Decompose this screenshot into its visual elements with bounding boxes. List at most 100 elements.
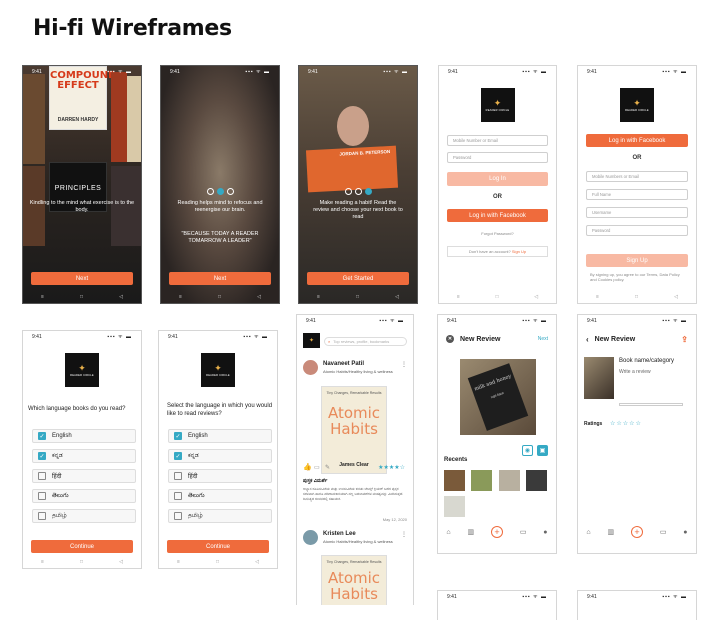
password-field[interactable]: Password	[586, 225, 688, 236]
add-icon[interactable]: +	[630, 526, 643, 538]
book-thumbnail	[584, 357, 614, 399]
chat-icon[interactable]: ▭	[660, 528, 667, 536]
checkbox-icon[interactable]	[174, 472, 182, 480]
search-bar[interactable]: ⌕ Top reviews, profile, bookmarks	[324, 337, 407, 346]
menu-icon[interactable]: ≡	[41, 559, 44, 565]
menu-icon[interactable]: ≡	[317, 294, 320, 300]
next-button[interactable]: Next	[31, 272, 133, 285]
recent-thumb[interactable]	[471, 470, 492, 491]
avatar[interactable]	[303, 530, 318, 545]
username-field[interactable]: Username	[586, 207, 688, 218]
mobile-email-field[interactable]: Mobile Number or Email	[447, 135, 548, 146]
back-arrow-icon[interactable]: ‹	[586, 335, 589, 344]
next-button[interactable]: Next	[169, 272, 271, 285]
language-option[interactable]: தமிழ்	[168, 509, 272, 523]
home-icon[interactable]: □	[356, 294, 359, 300]
language-option-label: हिंदी	[52, 474, 62, 480]
post-author-name[interactable]: Navaneet Patil	[323, 361, 364, 367]
bottom-tab-bar: ⌂ ▥ + ▭ ●	[438, 523, 556, 541]
rating-stars-input[interactable]: ☆☆☆☆☆	[610, 420, 642, 427]
get-started-button[interactable]: Get Started	[307, 272, 409, 285]
share-icon[interactable]: ⇪	[681, 335, 688, 344]
review-title: ಪುಸ್ತಕ ವಿಮರ್ಶೆ	[303, 478, 328, 484]
mobile-email-field[interactable]: Mobile Numbers or Email	[586, 171, 688, 182]
menu-icon[interactable]: ≡	[457, 294, 460, 300]
recent-thumb[interactable]	[526, 470, 547, 491]
back-icon[interactable]: ◁	[674, 294, 678, 300]
close-icon[interactable]: ✕	[446, 335, 454, 343]
more-icon[interactable]: ⋮	[401, 361, 407, 368]
profile-icon[interactable]: ●	[683, 529, 687, 536]
recent-thumb[interactable]	[444, 470, 465, 491]
next-link[interactable]: Next	[538, 336, 548, 342]
home-icon[interactable]: □	[635, 294, 638, 300]
back-icon[interactable]: ◁	[257, 294, 261, 300]
home-icon[interactable]: □	[216, 559, 219, 565]
write-review-field[interactable]: Write a review	[619, 369, 651, 375]
signup-link[interactable]: Sign Up	[512, 249, 526, 254]
post-author-name[interactable]: Kristen Lee	[323, 531, 356, 537]
book-name-field[interactable]: Book name/category	[619, 358, 674, 364]
language-option[interactable]: తెలుగు	[32, 489, 136, 503]
back-icon[interactable]: ◁	[119, 294, 123, 300]
login-button[interactable]: Log In	[447, 172, 548, 186]
home-icon[interactable]: ⌂	[586, 529, 590, 536]
profile-icon[interactable]: ●	[543, 529, 547, 536]
checkbox-icon[interactable]	[174, 512, 182, 520]
language-option[interactable]: ✓ ಕನ್ನಡ	[32, 449, 136, 463]
gallery-icon[interactable]: ▣	[537, 445, 548, 456]
checkbox-checked-icon[interactable]: ✓	[174, 452, 182, 460]
back-icon[interactable]: ◁	[534, 294, 538, 300]
checkbox-checked-icon[interactable]: ✓	[38, 452, 46, 460]
comment-icon[interactable]: ▭	[314, 464, 320, 471]
menu-icon[interactable]: ≡	[596, 294, 599, 300]
signup-screen: 9:41 ▪▪▪ ᯤ ▬ ✦ READER CIRCLE Log in with F…	[577, 65, 697, 304]
checkbox-icon[interactable]	[38, 492, 46, 500]
checkbox-icon[interactable]	[38, 512, 46, 520]
language-option[interactable]: ✓ ಕನ್ನಡ	[168, 449, 272, 463]
recent-thumb[interactable]	[499, 470, 520, 491]
home-icon[interactable]: □	[80, 294, 83, 300]
language-option[interactable]: தமிழ்	[32, 509, 136, 523]
library-icon[interactable]: ▥	[468, 528, 475, 536]
screen-title: New Review	[460, 335, 501, 343]
home-icon[interactable]: □	[218, 294, 221, 300]
checkbox-checked-icon[interactable]: ✓	[174, 432, 182, 440]
language-option[interactable]: हिंदी	[168, 469, 272, 483]
continue-button[interactable]: Continue	[31, 540, 133, 553]
continue-button[interactable]: Continue	[167, 540, 269, 553]
menu-icon[interactable]: ≡	[177, 559, 180, 565]
header: ✕ New Review Next	[446, 335, 548, 343]
forgot-password-link[interactable]: Forgot Password?	[439, 231, 556, 236]
password-field[interactable]: Password	[447, 152, 548, 163]
back-icon[interactable]: ◁	[255, 559, 259, 565]
language-option[interactable]: తెలుగు	[168, 489, 272, 503]
share-icon[interactable]: ✎	[325, 464, 330, 471]
home-icon[interactable]: ⌂	[446, 529, 450, 536]
camera-icon[interactable]: ◉	[522, 445, 533, 456]
chat-icon[interactable]: ▭	[520, 528, 527, 536]
facebook-login-button[interactable]: Log in with Facebook	[586, 134, 688, 147]
library-icon[interactable]: ▥	[608, 528, 615, 536]
checkbox-icon[interactable]	[174, 492, 182, 500]
recent-thumb[interactable]	[444, 496, 465, 517]
language-option[interactable]: ✓ English	[168, 429, 272, 443]
onboarding-screen-2: 9:41 ▪▪▪ ᯤ ▬ Reading helps mind to refocu…	[160, 65, 280, 304]
signup-button[interactable]: Sign Up	[586, 254, 688, 267]
facebook-login-button[interactable]: Log in with Facebook	[447, 209, 548, 222]
avatar[interactable]	[303, 360, 318, 375]
menu-icon[interactable]: ≡	[179, 294, 182, 300]
home-icon[interactable]: □	[80, 559, 83, 565]
like-icon[interactable]: 👍	[303, 463, 312, 471]
language-option[interactable]: ✓ English	[32, 429, 136, 443]
add-icon[interactable]: +	[490, 526, 503, 538]
checkbox-icon[interactable]	[38, 472, 46, 480]
checkbox-checked-icon[interactable]: ✓	[38, 432, 46, 440]
menu-icon[interactable]: ≡	[41, 294, 44, 300]
back-icon[interactable]: ◁	[395, 294, 399, 300]
back-icon[interactable]: ◁	[119, 559, 123, 565]
more-icon[interactable]: ⋮	[401, 531, 407, 538]
home-icon[interactable]: □	[496, 294, 499, 300]
language-option[interactable]: हिंदी	[32, 469, 136, 483]
fullname-field[interactable]: Full Name	[586, 189, 688, 200]
